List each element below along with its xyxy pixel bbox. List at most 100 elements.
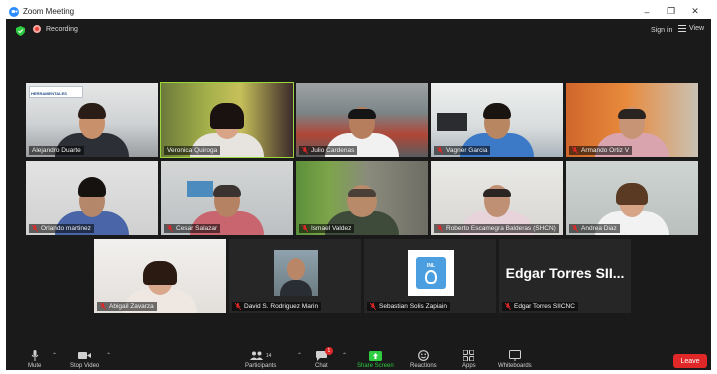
recording-label: Recording	[46, 25, 78, 33]
zoom-window: Zoom Meeting – ❐ ✕ Recording Sign in Vie…	[6, 4, 711, 370]
logo-emblem-icon	[425, 269, 437, 284]
chat-options-chevron-icon[interactable]: ⌃	[342, 352, 347, 359]
participant-name: Andrea Diaz	[581, 225, 617, 232]
participant-tile[interactable]: Andrea Diaz	[566, 161, 698, 235]
whiteboard-icon	[508, 350, 521, 361]
participants-count: 14	[265, 352, 272, 359]
participant-name-label: David S. Rodriguez Marin	[232, 302, 322, 311]
participant-tile[interactable]: Orlando martinez	[26, 161, 158, 235]
participant-tile[interactable]: Edgar Torres SII... Edgar Torres SIICNC	[499, 239, 631, 313]
participant-name-label: Cesar Salazar	[164, 224, 221, 233]
encryption-shield-icon[interactable]	[16, 26, 25, 36]
apps-icon	[463, 350, 475, 361]
participant-name-label: Roberto Escamegra Balderas (SHCN)	[434, 224, 559, 233]
apps-label: Apps	[462, 363, 476, 369]
mic-muted-icon	[572, 225, 578, 232]
mic-muted-icon	[572, 147, 578, 154]
share-screen-icon	[368, 350, 382, 361]
participant-name-label: Julio Cardenas	[299, 146, 358, 155]
participant-name: Vagner Garcia	[446, 147, 488, 154]
grid-view-icon	[678, 25, 686, 32]
view-button[interactable]: View	[678, 25, 704, 32]
participant-name-label: Orlando martinez	[29, 224, 94, 233]
participant-name-label: Alejandro Duarte	[29, 146, 84, 155]
chat-bubble-icon: 1	[315, 347, 333, 361]
recording-indicator[interactable]: Recording	[33, 25, 78, 33]
company-banner: HERRAMENTALES	[29, 86, 83, 98]
profile-logo: INL	[408, 250, 454, 296]
participants-button[interactable]: 14 Participants	[245, 350, 276, 369]
participant-tile[interactable]: Vagner Garcia	[431, 83, 563, 157]
participant-tile[interactable]: Armando Ortiz V	[566, 83, 698, 157]
participant-tile[interactable]: HERRAMENTALES Alejandro Duarte	[26, 83, 158, 157]
window-title: Zoom Meeting	[23, 7, 75, 16]
title-bar: Zoom Meeting – ❐ ✕	[6, 4, 711, 19]
mute-label: Mute	[28, 363, 42, 369]
participant-name: Orlando martinez	[41, 225, 91, 232]
participant-tile[interactable]: Cesar Salazar	[161, 161, 293, 235]
apps-button[interactable]: Apps	[462, 350, 476, 369]
participant-name-label: Vagner Garcia	[434, 146, 491, 155]
participant-name: Julio Cardenas	[311, 147, 355, 154]
participant-display-name: Edgar Torres SII...	[505, 265, 625, 281]
reactions-smiley-icon	[417, 350, 429, 361]
mic-muted-icon	[100, 303, 106, 310]
participants-label: Participants	[245, 363, 277, 369]
participant-name-label: Armando Ortiz V	[569, 146, 633, 155]
video-options-chevron-icon[interactable]: ⌃	[106, 352, 111, 359]
participant-tile[interactable]: David S. Rodriguez Marin	[229, 239, 361, 313]
share-screen-button[interactable]: Share Screen	[357, 350, 394, 369]
maximize-button[interactable]: ❐	[659, 4, 683, 19]
reactions-button[interactable]: Reactions	[410, 350, 437, 369]
participant-name: Edgar Torres SIICNC	[514, 303, 575, 310]
stop-video-button[interactable]: Stop Video	[70, 350, 99, 369]
mic-muted-icon	[235, 303, 241, 310]
share-screen-label: Share Screen	[357, 363, 394, 369]
mute-button[interactable]: Mute	[28, 350, 41, 369]
participant-name: Alejandro Duarte	[32, 147, 81, 154]
participant-tile[interactable]: INL Sebastian Solis Zapiain	[364, 239, 496, 313]
zoom-logo-icon	[9, 6, 19, 17]
mic-muted-icon	[32, 225, 38, 232]
profile-photo	[274, 250, 318, 296]
recording-dot-icon	[33, 25, 41, 33]
participant-tile[interactable]: Abigail Zavarza	[94, 239, 226, 313]
microphone-icon	[31, 350, 39, 361]
mic-muted-icon	[437, 225, 443, 232]
close-button[interactable]: ✕	[683, 4, 707, 19]
video-camera-icon	[78, 350, 92, 361]
mic-muted-icon	[302, 147, 308, 154]
participant-tile[interactable]: Ismael Valdez	[296, 161, 428, 235]
mic-muted-icon	[505, 303, 511, 310]
meeting-toolbar: Mute ⌃ Stop Video ⌃ 14 Participants ⌃ 1 …	[6, 346, 711, 370]
participant-name: Ismael Valdez	[311, 225, 352, 232]
participants-options-chevron-icon[interactable]: ⌃	[297, 352, 302, 359]
whiteboards-label: Whiteboards	[498, 363, 532, 369]
view-label: View	[689, 25, 705, 32]
chat-button[interactable]: 1 Chat	[315, 347, 333, 369]
participant-tile[interactable]: Roberto Escamegra Balderas (SHCN)	[431, 161, 563, 235]
whiteboards-button[interactable]: Whiteboards	[498, 350, 532, 369]
sign-in-link[interactable]: Sign in	[651, 27, 672, 34]
participant-name-label: Abigail Zavarza	[97, 302, 157, 311]
logo-text: INL	[426, 262, 436, 269]
participant-name-label: Veronica Quiroga	[164, 146, 221, 155]
mic-muted-icon	[302, 225, 308, 232]
reactions-label: Reactions	[410, 363, 437, 369]
participant-name: Armando Ortiz V	[581, 147, 630, 154]
participant-name: Cesar Salazar	[176, 225, 218, 232]
mic-muted-icon	[437, 147, 443, 154]
participant-tile[interactable]: Julio Cardenas	[296, 83, 428, 157]
audio-options-chevron-icon[interactable]: ⌃	[52, 352, 57, 359]
participant-name-label: Ismael Valdez	[299, 224, 355, 233]
active-speaker-tile[interactable]: Veronica Quiroga	[160, 82, 294, 158]
participant-name: David S. Rodriguez Marin	[244, 303, 319, 310]
stop-video-label: Stop Video	[70, 363, 100, 369]
mic-muted-icon	[370, 303, 376, 310]
chat-label: Chat	[315, 363, 328, 369]
participant-name: Sebastian Solis Zapiain	[379, 303, 447, 310]
participant-name-label: Edgar Torres SIICNC	[502, 302, 578, 311]
participant-name: Veronica Quiroga	[167, 147, 218, 154]
minimize-button[interactable]: –	[635, 4, 659, 19]
leave-button[interactable]: Leave	[673, 354, 707, 368]
